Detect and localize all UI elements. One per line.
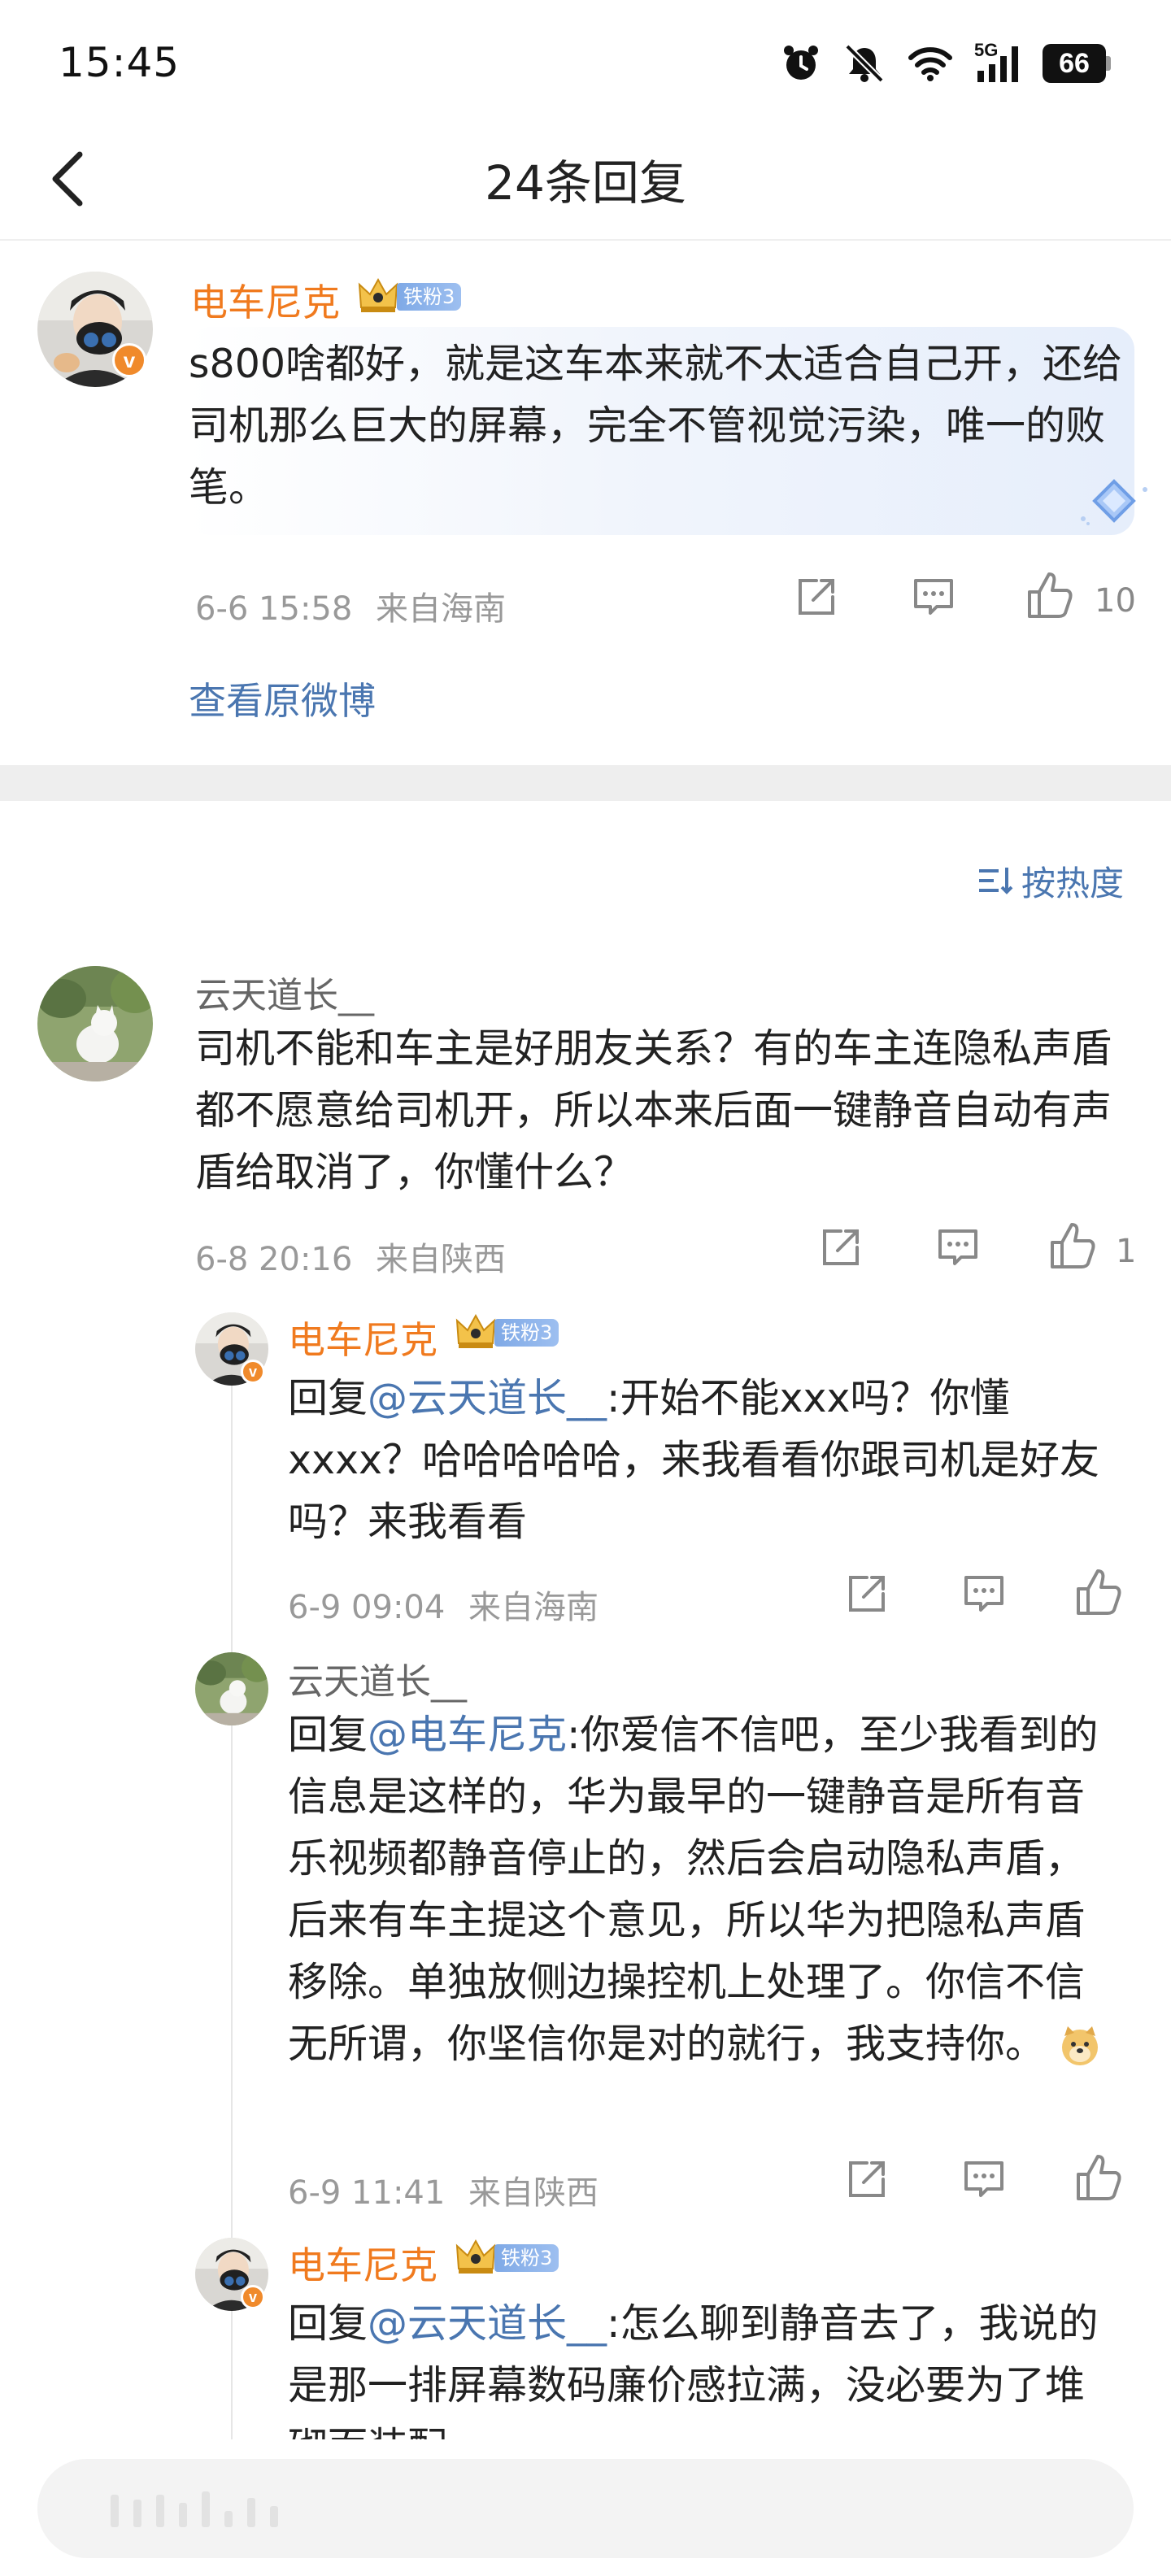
bottom-bar: [0, 2439, 1171, 2576]
reply-prefix: 回复: [288, 2300, 368, 2347]
reply-item: v 电车尼克 铁粉3 回复@云天道长__:怎么聊到静音去了，我说的是那一排屏幕数…: [0, 0, 1171, 2439]
crown-icon: [455, 2239, 496, 2274]
fan-badge: 铁粉3: [494, 2244, 559, 2272]
comment-text: 回复@云天道长__:怎么聊到静音去了，我说的是那一排屏幕数码廉价感拉满，没必要为…: [288, 2293, 1117, 2439]
input-placeholder-decoration: [111, 2491, 278, 2527]
mention-link[interactable]: @云天道长__: [368, 2300, 607, 2347]
verified-badge: v: [241, 2285, 265, 2309]
author-name[interactable]: 电车尼克: [288, 2236, 437, 2290]
comment-input[interactable]: [37, 2459, 1134, 2558]
